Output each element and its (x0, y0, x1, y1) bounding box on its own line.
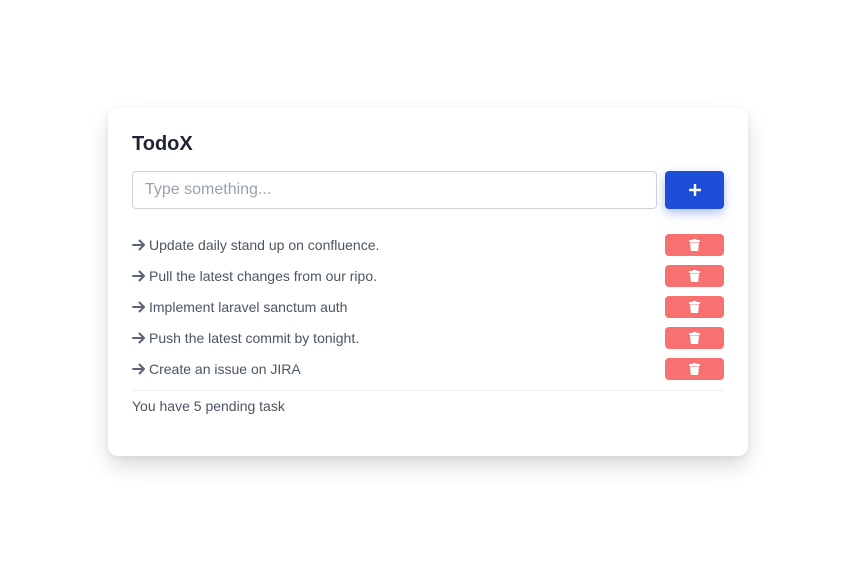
task-text: Push the latest commit by tonight. (149, 329, 360, 346)
delete-task-button[interactable] (665, 264, 724, 287)
task-item: Create an issue on JIRA (132, 353, 724, 384)
plus-icon (688, 183, 701, 196)
trash-icon (689, 269, 700, 282)
arrow-right-icon (132, 300, 146, 314)
add-task-button[interactable] (665, 170, 724, 209)
task-text: Create an issue on JIRA (149, 360, 301, 377)
divider (132, 390, 724, 391)
task-item: Implement laravel sanctum auth (132, 291, 724, 322)
task-input[interactable] (132, 170, 657, 209)
delete-task-button[interactable] (665, 326, 724, 349)
task-text: Pull the latest changes from our ripo. (149, 267, 378, 284)
app-title: TodoX (132, 133, 193, 155)
task-item: Pull the latest changes from our ripo. (132, 260, 724, 291)
delete-task-button[interactable] (665, 233, 724, 256)
task-text: Update daily stand up on confluence. (149, 236, 380, 253)
arrow-right-icon (132, 238, 146, 252)
task-text: Implement laravel sanctum auth (149, 298, 348, 315)
pending-count-text: You have 5 pending task (132, 398, 285, 414)
arrow-right-icon (132, 331, 146, 345)
trash-icon (689, 238, 700, 251)
task-item: Push the latest commit by tonight. (132, 322, 724, 353)
delete-task-button[interactable] (665, 295, 724, 318)
trash-icon (689, 362, 700, 375)
delete-task-button[interactable] (665, 357, 724, 380)
add-task-row (132, 170, 724, 209)
trash-icon (689, 331, 700, 344)
arrow-right-icon (132, 269, 146, 283)
arrow-right-icon (132, 362, 146, 376)
todo-card: TodoX Update daily stand up on confluenc… (108, 108, 748, 456)
task-list: Update daily stand up on confluence. Pul… (132, 229, 724, 384)
task-item: Update daily stand up on confluence. (132, 229, 724, 260)
trash-icon (689, 300, 700, 313)
